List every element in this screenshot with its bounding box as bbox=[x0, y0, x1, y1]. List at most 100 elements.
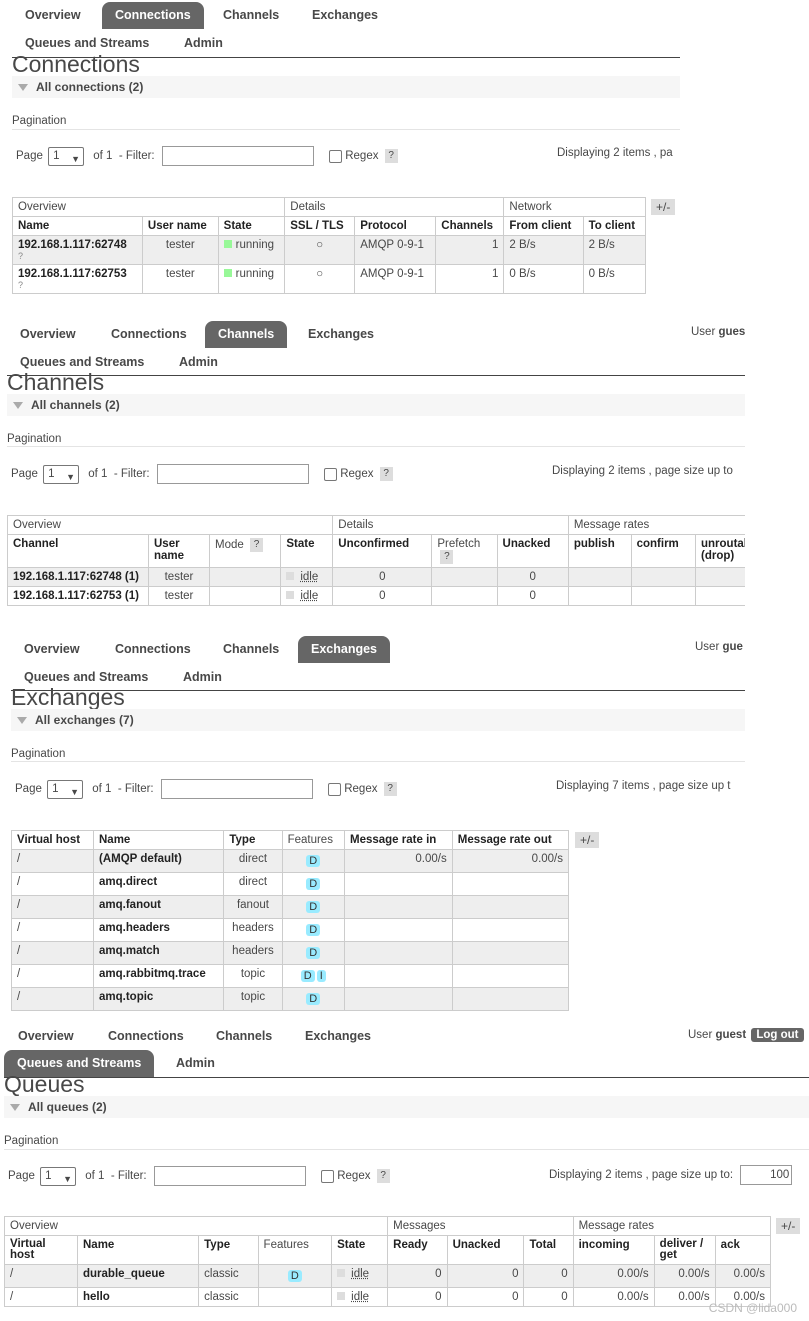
tab-exchanges[interactable]: Exchanges bbox=[298, 636, 391, 663]
table-row[interactable]: 192.168.1.117:62753? tester running ○ AM… bbox=[12, 264, 647, 294]
tab-exchanges[interactable]: Exchanges bbox=[292, 1023, 384, 1050]
col-user-name[interactable]: User name bbox=[141, 216, 219, 236]
columns-toggle-button[interactable]: +/- bbox=[575, 832, 600, 848]
col-mode[interactable]: Mode ? bbox=[208, 534, 282, 568]
tab-connections[interactable]: Connections bbox=[98, 321, 200, 348]
tab-overview[interactable]: Overview bbox=[11, 636, 93, 663]
exchange-link[interactable]: amq.topic bbox=[92, 987, 225, 1011]
help-icon[interactable]: ? bbox=[384, 149, 398, 163]
tab-admin[interactable]: Admin bbox=[171, 30, 236, 57]
table-row[interactable]: / hello classic idle 0 0 0 0.00/s 0.00/s 0.00/s bbox=[4, 1287, 772, 1307]
col-from-client[interactable]: From client bbox=[503, 216, 584, 236]
col-user-name[interactable]: User name bbox=[148, 534, 210, 568]
exchange-link[interactable]: amq.fanout bbox=[92, 895, 225, 919]
col-state[interactable]: State bbox=[280, 534, 334, 568]
col-unconfirmed[interactable]: Unconfirmed bbox=[332, 534, 433, 568]
tab-admin[interactable]: Admin bbox=[163, 1050, 228, 1077]
col-name[interactable]: Name bbox=[92, 830, 225, 850]
help-icon[interactable]: ? bbox=[376, 1169, 390, 1183]
page-select[interactable]: 1 ▼ bbox=[40, 1166, 77, 1186]
help-icon[interactable]: ? bbox=[379, 467, 393, 481]
exchange-link[interactable]: amq.headers bbox=[92, 918, 225, 942]
col-message-rate-out[interactable]: Message rate out bbox=[451, 830, 570, 850]
tab-connections[interactable]: Connections bbox=[102, 2, 204, 29]
col-ready[interactable]: Ready bbox=[387, 1235, 448, 1265]
col-protocol[interactable]: Protocol bbox=[354, 216, 437, 236]
channel-link[interactable]: 192.168.1.117:62748 (1) bbox=[7, 567, 149, 587]
tab-channels[interactable]: Channels bbox=[205, 321, 288, 348]
filter-input[interactable] bbox=[160, 779, 313, 799]
col-state[interactable]: State bbox=[331, 1235, 389, 1265]
help-icon[interactable]: ? bbox=[383, 782, 397, 796]
col-ack[interactable]: ack bbox=[714, 1235, 772, 1265]
col-virtual-host[interactable]: Virtual host bbox=[4, 1235, 78, 1265]
col-total[interactable]: Total bbox=[523, 1235, 574, 1265]
all-channels-toggle[interactable]: All channels (2) bbox=[7, 394, 745, 416]
columns-toggle-button[interactable]: +/- bbox=[776, 1218, 801, 1234]
col-confirm[interactable]: confirm bbox=[630, 534, 697, 568]
filter-input[interactable] bbox=[161, 146, 314, 166]
tab-admin[interactable]: Admin bbox=[166, 349, 231, 376]
col-virtual-host[interactable]: Virtual host bbox=[11, 830, 94, 850]
all-exchanges-toggle[interactable]: All exchanges (7) bbox=[11, 709, 745, 731]
page-select[interactable]: 1 ▼ bbox=[48, 146, 85, 166]
help-icon[interactable]: ? bbox=[440, 550, 454, 564]
table-row[interactable]: 192.168.1.117:62748? tester running ○ AM… bbox=[12, 235, 647, 265]
table-row[interactable]: 192.168.1.117:62748 (1) tester idle 0 0 bbox=[7, 567, 745, 587]
queue-link[interactable]: hello bbox=[76, 1287, 200, 1307]
page-select[interactable]: 1 ▼ bbox=[47, 779, 84, 799]
regex-checkbox[interactable] bbox=[321, 1169, 335, 1183]
connection-link[interactable]: 192.168.1.117:62748 bbox=[18, 239, 127, 251]
col-publish[interactable]: publish bbox=[567, 534, 632, 568]
col-to-client[interactable]: To client bbox=[582, 216, 647, 236]
all-connections-toggle[interactable]: All connections (2) bbox=[12, 76, 680, 98]
table-row[interactable]: / (AMQP default) direct D 0.00/s 0.00/s bbox=[11, 849, 570, 873]
col-ssl-tls[interactable]: SSL / TLS bbox=[284, 216, 356, 236]
queue-link[interactable]: durable_queue bbox=[76, 1264, 200, 1288]
connection-link[interactable]: 192.168.1.117:62753 bbox=[18, 268, 127, 280]
tab-overview[interactable]: Overview bbox=[7, 321, 89, 348]
table-row[interactable]: / amq.match headers D bbox=[11, 941, 570, 965]
tab-connections[interactable]: Connections bbox=[95, 1023, 197, 1050]
exchange-link[interactable]: amq.rabbitmq.trace bbox=[92, 964, 225, 988]
filter-input[interactable] bbox=[153, 1166, 306, 1186]
regex-checkbox[interactable] bbox=[329, 149, 343, 163]
table-row[interactable]: / amq.headers headers D bbox=[11, 918, 570, 942]
col-unacked[interactable]: Unacked bbox=[496, 534, 569, 568]
col-incoming[interactable]: incoming bbox=[572, 1235, 655, 1265]
page-size-input[interactable]: 100 bbox=[740, 1165, 793, 1185]
col-prefetch[interactable]: Prefetch? bbox=[431, 534, 498, 568]
col-unacked[interactable]: Unacked bbox=[446, 1235, 525, 1265]
exchange-link[interactable]: amq.match bbox=[92, 941, 225, 965]
col-name[interactable]: Name bbox=[76, 1235, 200, 1265]
col-type[interactable]: Type bbox=[198, 1235, 259, 1265]
col-features[interactable]: Features bbox=[281, 830, 346, 850]
columns-toggle-button[interactable]: +/- bbox=[651, 199, 676, 215]
table-row[interactable]: / amq.fanout fanout D bbox=[11, 895, 570, 919]
all-queues-toggle[interactable]: All queues (2) bbox=[4, 1096, 809, 1118]
channel-link[interactable]: 192.168.1.117:62753 (1) bbox=[7, 586, 149, 606]
tab-channels[interactable]: Channels bbox=[210, 2, 292, 29]
col-channel[interactable]: Channel bbox=[7, 534, 149, 568]
table-row[interactable]: / amq.direct direct D bbox=[11, 872, 570, 896]
filter-input[interactable] bbox=[156, 464, 309, 484]
exchange-link[interactable]: amq.direct bbox=[92, 872, 225, 896]
col-channels[interactable]: Channels bbox=[435, 216, 505, 236]
regex-checkbox[interactable] bbox=[328, 782, 342, 796]
logout-button[interactable]: Log out bbox=[751, 1028, 804, 1042]
page-select[interactable]: 1 ▼ bbox=[43, 464, 80, 484]
tab-overview[interactable]: Overview bbox=[12, 2, 94, 29]
tab-exchanges[interactable]: Exchanges bbox=[295, 321, 387, 348]
table-row[interactable]: / amq.rabbitmq.trace topic D I bbox=[11, 964, 570, 988]
regex-checkbox[interactable] bbox=[324, 467, 338, 481]
table-row[interactable]: / amq.topic topic D bbox=[11, 987, 570, 1011]
exchange-link[interactable]: (AMQP default) bbox=[92, 849, 225, 873]
tab-overview[interactable]: Overview bbox=[5, 1023, 87, 1050]
tab-channels[interactable]: Channels bbox=[210, 636, 292, 663]
col-features[interactable]: Features bbox=[257, 1235, 333, 1265]
col-message-rate-in[interactable]: Message rate in bbox=[344, 830, 453, 850]
col-deliver-get[interactable]: deliver / get bbox=[653, 1235, 716, 1265]
tab-admin[interactable]: Admin bbox=[170, 664, 235, 691]
table-row[interactable]: 192.168.1.117:62753 (1) tester idle 0 0 bbox=[7, 586, 745, 606]
col-name[interactable]: Name bbox=[12, 216, 143, 236]
